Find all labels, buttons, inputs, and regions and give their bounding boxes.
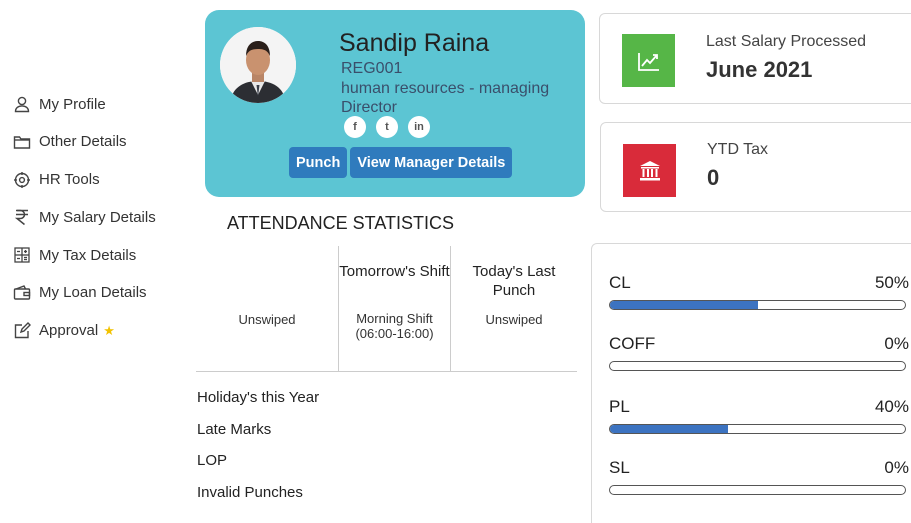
sidebar-item-approval[interactable]: Approval ★	[12, 320, 182, 342]
attendance-title: ATTENDANCE STATISTICS	[227, 213, 455, 233]
attendance-col-tomorrow-shift: Tomorrow's Shift Morning Shift (06:00-16…	[338, 246, 450, 372]
card-value: 0	[707, 165, 720, 190]
sidebar-item-label: My Loan Details	[39, 284, 147, 302]
leave-percent: 40%	[874, 397, 909, 416]
leave-item-coff: COFF 0%	[609, 333, 909, 371]
sidebar: My Profile Other Details HR Tools My Sal…	[12, 93, 182, 358]
last-punch-value: Unswiped	[485, 312, 543, 327]
leave-type: SL	[609, 458, 630, 477]
chart-up-icon	[622, 34, 675, 87]
sidebar-item-label: My Salary Details	[39, 208, 156, 226]
leave-progress-bar	[609, 424, 906, 434]
twitter-icon[interactable]: t	[376, 116, 398, 138]
leave-balance-card: CL 50% COFF 0% PL 40% SL 0%	[591, 243, 911, 523]
leave-type: PL	[609, 397, 630, 416]
attendance-col-status: Unswiped	[196, 246, 338, 372]
list-item[interactable]: Late Marks	[197, 420, 319, 452]
user-icon	[12, 94, 32, 114]
rupee-icon	[12, 207, 32, 227]
sidebar-item-hr-tools[interactable]: HR Tools	[12, 169, 182, 191]
leave-type: COFF	[609, 334, 656, 353]
facebook-icon[interactable]: f	[344, 116, 366, 138]
last-salary-card[interactable]: Last Salary Processed June 2021	[599, 13, 911, 104]
sidebar-item-other-details[interactable]: Other Details	[12, 131, 182, 153]
sidebar-item-label: Approval	[39, 322, 99, 340]
approval-icon	[12, 321, 32, 341]
sidebar-item-my-loan-details[interactable]: My Loan Details	[12, 282, 182, 304]
leave-item-pl: PL 40%	[609, 396, 909, 434]
calculator-icon	[12, 245, 32, 265]
card-value: June 2021	[706, 57, 813, 82]
avatar	[220, 27, 296, 103]
linkedin-icon[interactable]: in	[408, 116, 430, 138]
sidebar-item-my-tax-details[interactable]: My Tax Details	[12, 244, 182, 266]
leave-progress-fill	[610, 425, 728, 433]
leave-percent: 50%	[874, 273, 909, 292]
attendance-col-last-punch: Today's Last Punch Unswiped	[450, 246, 577, 372]
star-icon: ★	[103, 322, 115, 338]
profile-card: Sandip Raina REG001 human resources - ma…	[205, 10, 585, 197]
card-label: YTD Tax	[707, 141, 769, 158]
ytd-tax-card[interactable]: YTD Tax 0	[600, 122, 911, 212]
sidebar-item-label: HR Tools	[39, 171, 100, 189]
list-item[interactable]: LOP	[197, 451, 319, 483]
sidebar-item-my-profile[interactable]: My Profile	[12, 93, 182, 115]
card-label: Last Salary Processed	[706, 33, 867, 50]
wallet-icon	[12, 283, 32, 303]
punch-button[interactable]: Punch	[289, 147, 348, 178]
attendance-stats-list: Holiday's this Year Late Marks LOP Inval…	[197, 388, 319, 515]
list-item[interactable]: Holiday's this Year	[197, 388, 319, 420]
social-links: f t in	[344, 116, 430, 138]
leave-item-sl: SL 0%	[609, 457, 909, 495]
leave-progress-bar	[609, 361, 906, 371]
attendance-col-header: Tomorrow's Shift	[339, 263, 450, 280]
attendance-status-value: Unswiped	[238, 312, 296, 327]
leave-type: CL	[609, 273, 631, 292]
leave-progress-bar	[609, 485, 906, 495]
leave-percent: 0%	[884, 458, 909, 477]
sidebar-item-label: My Tax Details	[39, 246, 137, 264]
profile-name: Sandip Raina	[339, 29, 490, 57]
employee-designation: human resources - managing Director	[341, 80, 550, 116]
list-item[interactable]: Invalid Punches	[197, 483, 319, 515]
attendance-table: Unswiped Tomorrow's Shift Morning Shift …	[196, 246, 577, 372]
bank-icon	[623, 144, 676, 197]
profile-actions: Punch View Manager Details	[289, 147, 513, 178]
sidebar-item-label: My Profile	[39, 95, 106, 113]
tomorrow-shift-value: Morning Shift (06:00-16:00)	[355, 311, 434, 341]
leave-percent: 0%	[884, 334, 909, 353]
attendance-col-header: Today's Last Punch	[472, 263, 556, 299]
leave-item-cl: CL 50%	[609, 272, 909, 310]
sidebar-item-label: Other Details	[39, 133, 127, 151]
view-manager-details-button[interactable]: View Manager Details	[350, 147, 513, 178]
leave-progress-fill	[610, 301, 758, 309]
gear-globe-icon	[12, 170, 32, 190]
leave-progress-bar	[609, 300, 906, 310]
employee-id: REG001	[341, 60, 403, 77]
sidebar-item-my-salary-details[interactable]: My Salary Details	[12, 206, 182, 228]
folder-icon	[12, 132, 32, 152]
